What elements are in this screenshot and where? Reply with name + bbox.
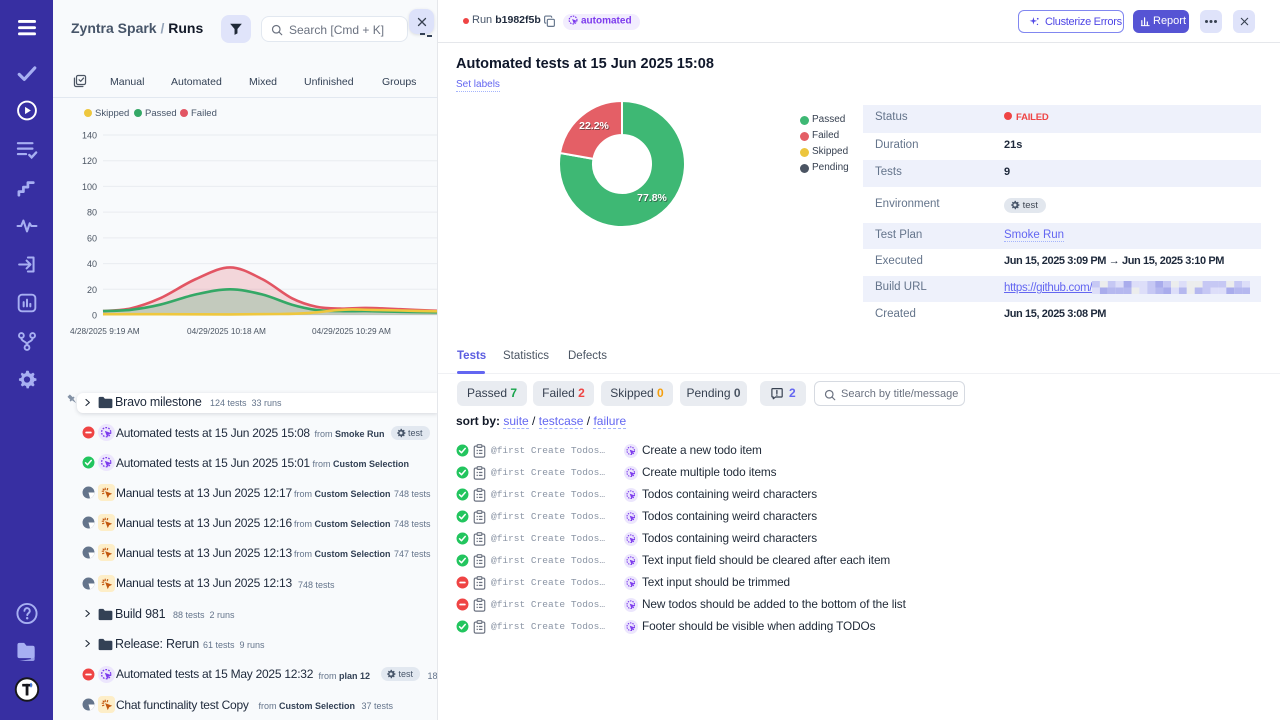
svg-text:60: 60 [87, 233, 97, 243]
svg-text:77.8%: 77.8% [637, 192, 667, 204]
svg-text:04/29/2025 10:29 AM: 04/29/2025 10:29 AM [312, 326, 391, 336]
svg-text:04/29/2025 10:18 AM: 04/29/2025 10:18 AM [187, 326, 266, 336]
svg-text:40: 40 [87, 259, 97, 269]
svg-text:0: 0 [92, 311, 97, 321]
svg-text:120: 120 [82, 156, 97, 166]
svg-text:22.2%: 22.2% [579, 120, 609, 132]
svg-text:4/28/2025 9:19 AM: 4/28/2025 9:19 AM [70, 326, 140, 336]
svg-text:140: 140 [82, 131, 97, 141]
svg-text:20: 20 [87, 285, 97, 295]
svg-text:100: 100 [82, 182, 97, 192]
svg-text:80: 80 [87, 208, 97, 218]
